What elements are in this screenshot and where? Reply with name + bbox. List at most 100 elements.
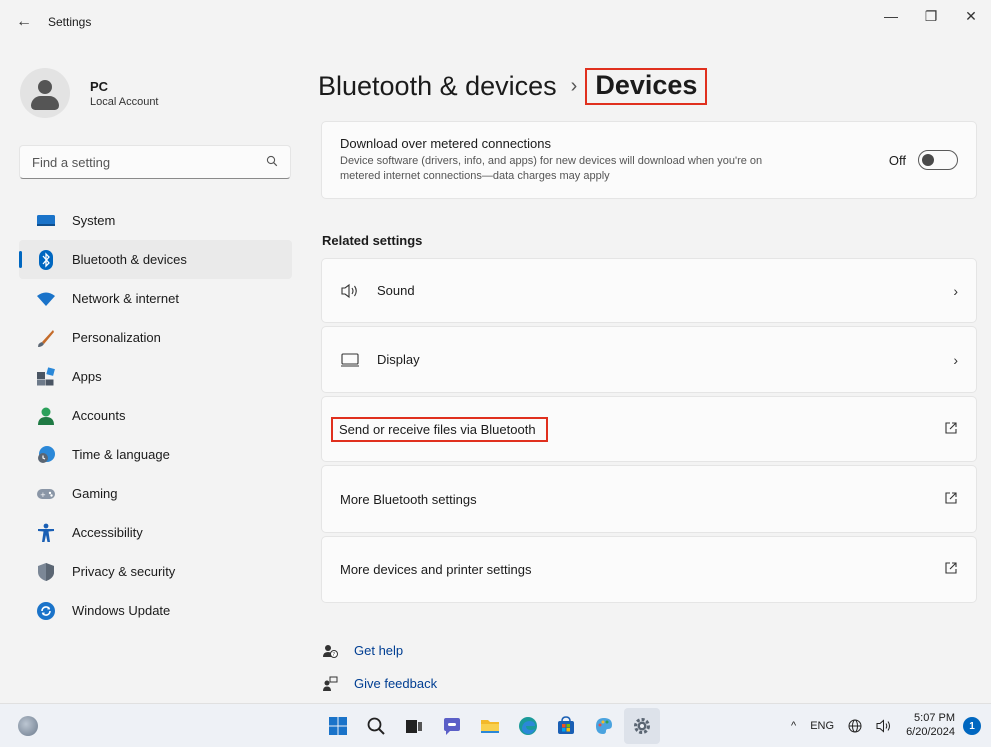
svg-text:+: +: [40, 491, 46, 499]
search-input[interactable]: [32, 154, 266, 170]
external-link-icon: [944, 421, 958, 438]
edge-browser-icon[interactable]: [510, 708, 546, 744]
sidebar-item-network-internet[interactable]: Network & internet: [19, 279, 292, 318]
bluetooth-icon: [36, 249, 56, 270]
taskbar-apps: [320, 708, 662, 744]
clock-time: 5:07 PM: [914, 712, 955, 725]
start-icon[interactable]: [320, 708, 356, 744]
display-row[interactable]: Display ›: [321, 326, 977, 393]
sidebar-item-gaming[interactable]: + Gaming: [19, 474, 292, 513]
sidebar-item-label: Bluetooth & devices: [72, 252, 187, 267]
breadcrumb-parent[interactable]: Bluetooth & devices: [318, 71, 557, 102]
close-button[interactable]: ✕: [951, 0, 991, 32]
sound-row[interactable]: Sound ›: [321, 258, 977, 323]
get-help-label: Get help: [354, 643, 404, 658]
sidebar-item-system[interactable]: System: [19, 201, 292, 240]
feedback-icon: [322, 676, 338, 692]
chat-icon[interactable]: [434, 708, 470, 744]
notification-badge[interactable]: 1: [963, 717, 981, 735]
sidebar-item-privacy-security[interactable]: Privacy & security: [19, 552, 292, 591]
get-help-icon: ?: [322, 643, 338, 659]
shield-icon: [36, 562, 56, 582]
minimize-button[interactable]: —: [871, 0, 911, 32]
sidebar-item-label: Gaming: [72, 486, 118, 501]
chevron-right-icon: ›: [953, 282, 958, 299]
system-icon: [36, 211, 56, 231]
search-box[interactable]: [19, 145, 291, 179]
settings-gear-icon[interactable]: [624, 708, 660, 744]
metered-toggle[interactable]: [918, 150, 958, 170]
help-links: ? Get help Give feedback: [322, 634, 437, 700]
system-tray: ^ ENG 5:07 PM 6/20/2024 1: [791, 704, 981, 747]
accessibility-icon: [36, 523, 56, 543]
gamepad-icon: +: [36, 484, 56, 504]
volume-icon[interactable]: [876, 719, 892, 733]
maximize-button[interactable]: ❐: [911, 0, 951, 32]
search-icon[interactable]: [266, 155, 278, 170]
external-link-icon: [944, 561, 958, 578]
title-bar: ← Settings — ❐ ✕: [0, 0, 991, 44]
paint-app-icon[interactable]: [586, 708, 622, 744]
sidebar-item-windows-update[interactable]: Windows Update: [19, 591, 292, 630]
clock[interactable]: 5:07 PM 6/20/2024: [906, 712, 955, 740]
svg-text:?: ?: [332, 652, 335, 658]
metered-connections-card: Download over metered connections Device…: [321, 121, 977, 199]
more-devices-printer-settings-row[interactable]: More devices and printer settings: [321, 536, 977, 603]
page-title: Devices: [585, 68, 708, 105]
apps-icon: [36, 366, 56, 387]
tray-overflow-chevron-icon[interactable]: ^: [791, 720, 796, 732]
get-help-link[interactable]: ? Get help: [322, 634, 437, 667]
monitor-icon: [340, 352, 360, 368]
profile-name: PC: [90, 78, 109, 94]
external-link-icon: [944, 491, 958, 508]
breadcrumb-separator-icon: ›: [570, 75, 578, 97]
sidebar-item-time-language[interactable]: Time & language: [19, 435, 292, 474]
send-receive-bluetooth-row[interactable]: Send or receive files via Bluetooth: [321, 396, 977, 462]
sidebar-nav: System Bluetooth & devices Network & int…: [19, 201, 292, 630]
chevron-right-icon: ›: [953, 351, 958, 368]
clock-globe-icon: [36, 445, 56, 465]
brush-icon: [36, 328, 56, 348]
sidebar-item-label: Network & internet: [72, 291, 179, 306]
store-icon[interactable]: [548, 708, 584, 744]
metered-title: Download over metered connections: [340, 136, 552, 152]
speaker-icon: [340, 283, 360, 299]
sidebar-item-label: Windows Update: [72, 603, 171, 618]
give-feedback-link[interactable]: Give feedback: [322, 667, 437, 700]
clock-date: 6/20/2024: [906, 726, 955, 738]
sidebar-item-bluetooth-devices[interactable]: Bluetooth & devices: [19, 240, 292, 279]
more-bluetooth-settings-label: More Bluetooth settings: [340, 491, 477, 507]
more-bluetooth-settings-row[interactable]: More Bluetooth settings: [321, 465, 977, 533]
sidebar-item-label: Accounts: [72, 408, 126, 423]
sidebar-item-label: Accessibility: [72, 525, 143, 540]
display-label: Display: [377, 352, 420, 367]
profile-account-type: Local Account: [90, 95, 159, 108]
back-button[interactable]: ←: [10, 8, 38, 36]
update-icon: [36, 601, 56, 621]
taskbar-search-icon[interactable]: [358, 708, 394, 744]
sidebar-item-accounts[interactable]: Accounts: [19, 396, 292, 435]
give-feedback-label: Give feedback: [354, 676, 438, 691]
breadcrumb: Bluetooth & devices › Devices: [318, 68, 708, 105]
sidebar-item-label: Privacy & security: [72, 564, 176, 579]
accounts-icon: [36, 406, 56, 426]
metered-toggle-label: Off: [888, 152, 906, 168]
metered-description: Device software (drivers, info, and apps…: [340, 155, 763, 182]
wifi-icon: [36, 289, 56, 309]
sound-label: Sound: [377, 283, 415, 298]
widgets-icon[interactable]: [18, 716, 38, 736]
sidebar-item-label: Apps: [72, 369, 102, 384]
taskbar: ^ ENG 5:07 PM 6/20/2024 1: [0, 703, 991, 747]
sidebar-item-accessibility[interactable]: Accessibility: [19, 513, 292, 552]
language-indicator[interactable]: ENG: [810, 720, 834, 732]
sidebar-item-label: System: [72, 213, 116, 228]
sidebar-item-label: Time & language: [72, 447, 170, 462]
user-profile[interactable]: PC Local Account: [20, 68, 159, 118]
more-devices-printer-settings-label: More devices and printer settings: [340, 562, 532, 577]
sidebar-item-personalization[interactable]: Personalization: [19, 318, 292, 357]
network-globe-icon[interactable]: [848, 719, 862, 733]
task-view-icon[interactable]: [396, 708, 432, 744]
sidebar-item-apps[interactable]: Apps: [19, 357, 292, 396]
send-receive-bluetooth-label: Send or receive files via Bluetooth: [331, 416, 548, 442]
file-explorer-icon[interactable]: [472, 708, 508, 744]
